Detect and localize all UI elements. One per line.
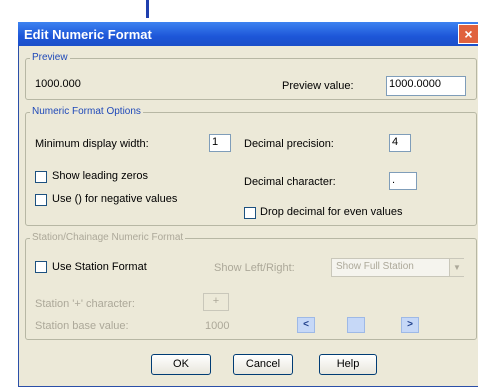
decimal-precision-field[interactable]: 4 [389,134,411,152]
chevron-down-icon[interactable]: ▼ [449,259,464,276]
dialog-title: Edit Numeric Format [24,27,152,42]
scroll-left-arrow-icon[interactable]: < [297,317,315,333]
drop-decimal-checkbox[interactable] [244,207,256,219]
decimal-precision-label: Decimal precision: [244,138,334,150]
show-left-right-selected-value: Show Full Station [336,261,414,272]
use-station-format-label: Use Station Format [52,261,147,273]
show-left-right-select[interactable]: Show Full Station [331,258,464,277]
min-width-field[interactable]: 1 [209,134,231,152]
use-station-format-checkbox[interactable] [35,261,47,273]
decimal-character-label: Decimal character: [244,176,336,188]
preview-sample-text: 1000.000 [35,78,81,90]
use-parens-negative-checkbox[interactable] [35,194,47,206]
preview-value-field[interactable]: 1000.0000 [386,76,466,96]
close-button[interactable]: × [458,24,478,44]
plus-character-label: Station '+' character: [35,298,135,310]
show-leading-zeros-checkbox[interactable] [35,171,47,183]
station-format-legend: Station/Chainage Numeric Format [30,232,186,243]
min-width-label: Minimum display width: [35,138,149,150]
drop-decimal-label: Drop decimal for even values [260,206,403,218]
help-button[interactable]: Help [319,354,377,375]
station-base-value-label: Station base value: [35,320,129,332]
preview-value-label: Preview value: [282,80,354,92]
ok-button[interactable]: OK [151,354,211,375]
desktop-background [0,0,478,20]
numeric-format-options-legend: Numeric Format Options [30,106,143,117]
use-parens-negative-label: Use () for negative values [52,193,178,205]
plus-character-field[interactable]: + [203,293,229,311]
scroll-right-arrow-icon[interactable]: > [401,317,419,333]
show-leading-zeros-label: Show leading zeros [52,170,149,182]
show-left-right-label: Show Left/Right: [214,262,295,274]
preview-legend: Preview [30,52,70,63]
background-marker [146,0,149,18]
cancel-button[interactable]: Cancel [233,354,293,375]
decimal-character-field[interactable]: . [389,172,417,190]
scroll-thumb[interactable] [347,317,365,333]
station-base-value: 1000 [205,320,230,332]
